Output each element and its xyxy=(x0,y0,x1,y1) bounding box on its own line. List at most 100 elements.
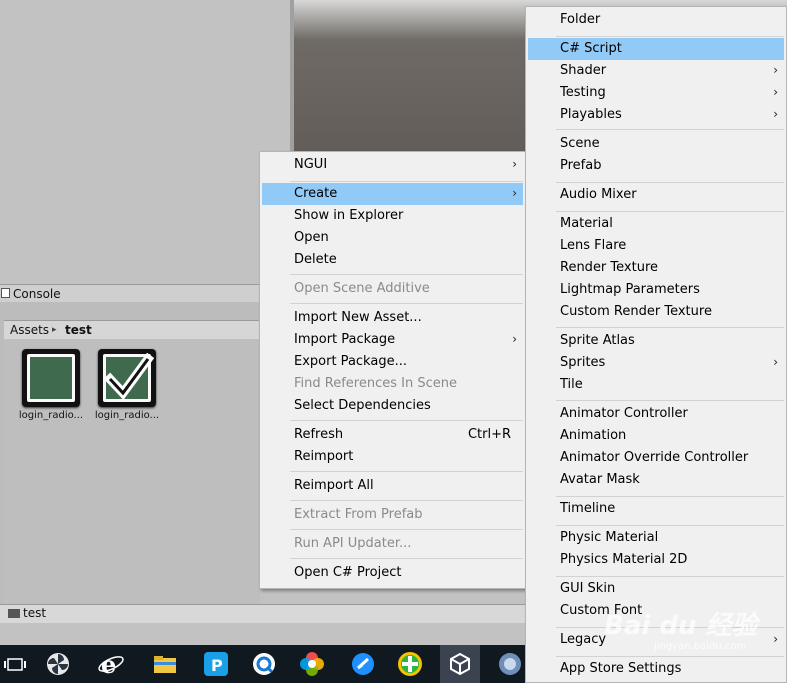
create-item-scene[interactable]: Scene xyxy=(528,133,784,155)
photos-icon[interactable] xyxy=(298,650,326,678)
menu-item-label: Sprite Atlas xyxy=(560,333,635,348)
create-item-render-texture[interactable]: Render Texture xyxy=(528,257,784,279)
menu-item-label: Lens Flare xyxy=(560,238,627,253)
create-item-physics-material-2d[interactable]: Physics Material 2D xyxy=(528,549,784,571)
create-item-app-store-settings[interactable]: App Store Settings xyxy=(528,658,784,680)
menu-item-label: Find References In Scene xyxy=(294,376,457,391)
create-item-prefab[interactable]: Prefab xyxy=(528,155,784,177)
menu-item-label: Import Package xyxy=(294,332,396,347)
task-view-icon[interactable] xyxy=(2,650,30,678)
menu-separator xyxy=(556,525,784,526)
menu-item-import-package[interactable]: Import Package › xyxy=(262,329,523,351)
chevron-right-icon: › xyxy=(512,186,517,200)
chevron-right-icon: › xyxy=(512,157,517,171)
create-item-gui-skin[interactable]: GUI Skin xyxy=(528,578,784,600)
menu-item-label: Open Scene Additive xyxy=(294,281,430,296)
asset-label: login_radio... xyxy=(94,410,160,421)
menu-item-label: Animation xyxy=(560,428,627,443)
create-item-c-script[interactable]: C# Script xyxy=(528,38,784,60)
menu-item-open-c-project[interactable]: Open C# Project xyxy=(262,562,523,584)
menu-item-delete[interactable]: Delete xyxy=(262,249,523,271)
breadcrumb-current[interactable]: test xyxy=(65,323,92,337)
chevron-right-icon: › xyxy=(773,107,778,121)
create-item-material[interactable]: Material xyxy=(528,213,784,235)
create-item-physic-material[interactable]: Physic Material xyxy=(528,527,784,549)
selection-path-label: test xyxy=(23,606,47,620)
menu-item-label: Folder xyxy=(560,12,601,27)
create-item-testing[interactable]: Testing › xyxy=(528,82,784,104)
chevron-right-icon: › xyxy=(773,632,778,646)
q-app-icon[interactable] xyxy=(250,650,278,678)
menu-item-label: C# Script xyxy=(560,41,622,56)
create-item-custom-font[interactable]: Custom Font xyxy=(528,600,784,622)
menu-item-label: Physics Material 2D xyxy=(560,552,688,567)
menu-item-select-dependencies[interactable]: Select Dependencies xyxy=(262,395,523,417)
create-item-animation[interactable]: Animation xyxy=(528,425,784,447)
asset-item[interactable]: login_radio... xyxy=(14,349,88,421)
menu-item-label: Extract From Prefab xyxy=(294,507,423,522)
menu-item-label: Audio Mixer xyxy=(560,187,637,202)
menu-separator xyxy=(290,420,523,421)
menu-item-label: Refresh xyxy=(294,427,344,442)
blue-circle-icon[interactable] xyxy=(349,650,377,678)
menu-item-label: NGUI xyxy=(294,157,328,172)
fan-app-icon[interactable] xyxy=(44,650,72,678)
create-item-folder[interactable]: Folder xyxy=(528,9,784,31)
menu-item-show-in-explorer[interactable]: Show in Explorer xyxy=(262,205,523,227)
menu-separator xyxy=(556,211,784,212)
menu-separator xyxy=(556,36,784,37)
menu-item-run-api-updater: Run API Updater... xyxy=(262,533,523,555)
menu-item-label: Timeline xyxy=(560,501,616,516)
create-item-sprites[interactable]: Sprites › xyxy=(528,352,784,374)
menu-item-label: Physic Material xyxy=(560,530,659,545)
menu-item-label: Export Package... xyxy=(294,354,407,369)
create-item-timeline[interactable]: Timeline xyxy=(528,498,784,520)
menu-item-import-new-asset[interactable]: Import New Asset... xyxy=(262,307,523,329)
menu-separator xyxy=(290,181,523,182)
selection-path-bar: test xyxy=(0,604,525,623)
create-item-legacy[interactable]: Legacy › xyxy=(528,629,784,651)
menu-item-reimport-all[interactable]: Reimport All xyxy=(262,475,523,497)
checked-radio-icon xyxy=(98,349,156,407)
create-item-animator-controller[interactable]: Animator Controller xyxy=(528,403,784,425)
asset-grid: login_radio... login_radio... xyxy=(4,339,260,604)
menu-item-refresh[interactable]: Refresh Ctrl+R xyxy=(262,424,523,446)
create-item-avatar-mask[interactable]: Avatar Mask xyxy=(528,469,784,491)
menu-separator xyxy=(556,327,784,328)
menu-item-label: Run API Updater... xyxy=(294,536,412,551)
create-submenu: Folder C# Script Shader › Testing › Playables ›… xyxy=(525,6,787,683)
menu-item-reimport[interactable]: Reimport xyxy=(262,446,523,468)
menu-item-label: Show in Explorer xyxy=(294,208,404,223)
menu-separator xyxy=(556,129,784,130)
chevron-right-icon: › xyxy=(773,85,778,99)
create-item-lens-flare[interactable]: Lens Flare xyxy=(528,235,784,257)
create-item-tile[interactable]: Tile xyxy=(528,374,784,396)
menu-item-label: Sprites xyxy=(560,355,606,370)
create-item-sprite-atlas[interactable]: Sprite Atlas xyxy=(528,330,784,352)
menu-item-label: Reimport All xyxy=(294,478,374,493)
create-item-custom-render-texture[interactable]: Custom Render Texture xyxy=(528,301,784,323)
menu-separator xyxy=(290,471,523,472)
green-plus-icon[interactable] xyxy=(396,650,424,678)
create-item-playables[interactable]: Playables › xyxy=(528,104,784,126)
svg-text:e: e xyxy=(101,650,116,678)
menu-item-label: Animator Override Controller xyxy=(560,450,749,465)
browser-icon[interactable] xyxy=(496,650,524,678)
create-item-shader[interactable]: Shader › xyxy=(528,60,784,82)
menu-item-create[interactable]: Create › xyxy=(262,183,523,205)
breadcrumb-assets[interactable]: Assets xyxy=(10,323,49,337)
file-explorer-icon[interactable] xyxy=(151,650,179,678)
menu-separator xyxy=(556,656,784,657)
menu-item-ngui[interactable]: NGUI › xyxy=(262,154,523,176)
menu-item-open[interactable]: Open xyxy=(262,227,523,249)
create-item-audio-mixer[interactable]: Audio Mixer xyxy=(528,184,784,206)
menu-item-label: Import New Asset... xyxy=(294,310,422,325)
internet-explorer-icon[interactable]: e xyxy=(97,650,125,679)
create-item-animator-override-controller[interactable]: Animator Override Controller xyxy=(528,447,784,469)
console-tab[interactable]: Console xyxy=(0,284,260,302)
asset-item[interactable]: login_radio... xyxy=(90,349,164,421)
unity-icon[interactable] xyxy=(440,645,480,683)
menu-item-export-package[interactable]: Export Package... xyxy=(262,351,523,373)
create-item-lightmap-parameters[interactable]: Lightmap Parameters xyxy=(528,279,784,301)
p-app-icon[interactable]: P xyxy=(202,650,230,678)
